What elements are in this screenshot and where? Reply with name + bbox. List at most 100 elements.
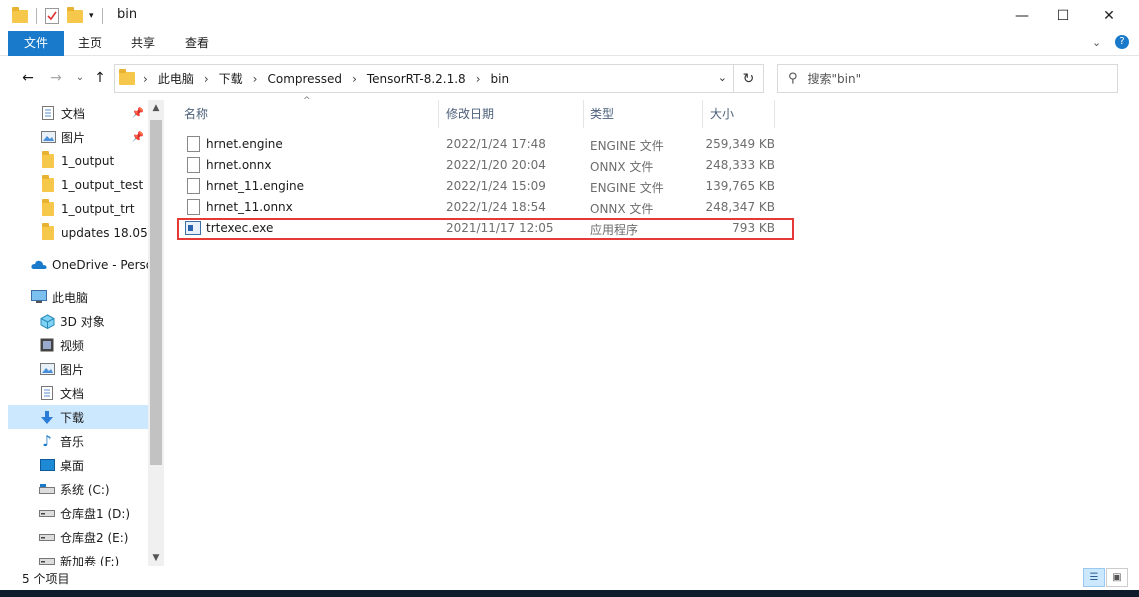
column-header-name[interactable]: 名称: [178, 100, 438, 128]
column-header-size[interactable]: 大小: [704, 100, 774, 128]
documents-icon: [40, 106, 56, 120]
chevron-right-icon[interactable]: ›: [204, 72, 209, 86]
address-bar[interactable]: › 此电脑 › 下载 › Compressed › TensorRT-8.2.1…: [114, 64, 734, 93]
folder-icon: [40, 199, 56, 216]
nav-item-drive-e[interactable]: 仓库盘2 (E:): [8, 525, 148, 549]
back-button[interactable]: ←: [18, 68, 38, 88]
breadcrumb-this-pc[interactable]: 此电脑: [158, 70, 194, 87]
chevron-right-icon[interactable]: ›: [143, 72, 148, 86]
chevron-right-icon[interactable]: ›: [476, 72, 481, 86]
folder-icon: [40, 223, 56, 240]
nav-item-drive-d[interactable]: 仓库盘1 (D:): [8, 501, 148, 525]
window-title: bin: [117, 7, 138, 22]
explorer-window: ▾ bin — ☐ ✕ 文件 主页 共享 查看 ⌄ ? ← → ⌄ ↑ › 此电…: [0, 0, 1139, 590]
file-icon: [187, 136, 200, 152]
close-button[interactable]: ✕: [1086, 0, 1132, 31]
downloads-icon: [39, 410, 55, 424]
file-name: hrnet_11.engine: [206, 179, 305, 193]
new-folder-icon[interactable]: [67, 6, 83, 23]
nav-item-downloads[interactable]: 下载: [8, 405, 148, 429]
nav-item-drive-f[interactable]: 新加卷 (F:): [8, 549, 148, 566]
drive-icon: [39, 530, 55, 544]
nav-item-documents[interactable]: 文档: [8, 381, 148, 405]
item-count: 5 个项目: [22, 572, 70, 586]
column-header-type[interactable]: 类型: [584, 100, 702, 128]
details-view-icon[interactable]: ☰: [1083, 568, 1105, 587]
nav-item-1-output[interactable]: 1_output: [8, 149, 148, 173]
nav-item-music[interactable]: ♪ 音乐: [8, 429, 148, 453]
nav-item-this-pc[interactable]: 此电脑: [8, 285, 148, 309]
breadcrumb-tensorrt[interactable]: TensorRT-8.2.1.8: [367, 72, 466, 86]
address-dropdown-icon[interactable]: ⌄: [718, 71, 727, 84]
nav-item-desktop[interactable]: 桌面: [8, 453, 148, 477]
nav-item-label: 仓库盘1 (D:): [60, 506, 131, 521]
drive-icon: [39, 554, 55, 566]
maximize-button[interactable]: ☐: [1040, 0, 1086, 31]
scrollbar-thumb[interactable]: [150, 120, 162, 465]
nav-item-videos[interactable]: 视频: [8, 333, 148, 357]
recent-locations-button[interactable]: ⌄: [70, 68, 90, 88]
folder-icon: [40, 151, 56, 168]
tab-home[interactable]: 主页: [70, 31, 110, 56]
column-divider[interactable]: [438, 100, 439, 128]
file-icon: [187, 178, 200, 194]
customize-toolbar-icon[interactable]: ▾: [89, 11, 94, 21]
scroll-down-icon[interactable]: ▼: [148, 550, 164, 566]
breadcrumb-downloads[interactable]: 下载: [219, 70, 243, 87]
breadcrumb-compressed[interactable]: Compressed: [267, 72, 342, 86]
column-headers: ^ 名称 修改日期 类型 大小: [178, 96, 1138, 128]
file-date: 2022/1/24 18:54: [446, 200, 546, 214]
column-header-date[interactable]: 修改日期: [440, 100, 582, 128]
column-divider[interactable]: [774, 100, 775, 128]
drive-icon: [39, 506, 55, 520]
nav-item-label: 视频: [60, 338, 85, 353]
nav-item-label: 桌面: [60, 458, 85, 473]
refresh-button[interactable]: ↻: [734, 64, 764, 93]
file-row[interactable]: hrnet.engine 2022/1/24 17:48 ENGINE 文件 2…: [178, 134, 788, 155]
navigation-bar: ← → ⌄ ↑ › 此电脑 › 下载 › Compressed › Tensor…: [0, 62, 1139, 94]
forward-button[interactable]: →: [46, 68, 66, 88]
up-button[interactable]: ↑: [90, 68, 110, 88]
nav-item-label: 3D 对象: [60, 314, 105, 329]
documents-icon: [39, 386, 55, 400]
nav-item-updates[interactable]: updates 18.05.: [8, 221, 148, 245]
minimize-button[interactable]: —: [999, 0, 1045, 31]
nav-pane-scrollbar[interactable]: ▲ ▼: [148, 100, 164, 566]
file-row[interactable]: hrnet.onnx 2022/1/20 20:04 ONNX 文件 248,3…: [178, 155, 788, 176]
nav-item-3d-objects[interactable]: 3D 对象: [8, 309, 148, 333]
nav-item-label: updates 18.05.: [61, 226, 148, 240]
tab-view[interactable]: 查看: [176, 31, 218, 56]
search-icon: ⚲: [788, 71, 798, 86]
nav-item-pictures-pinned[interactable]: 图片 📌: [8, 125, 148, 149]
ribbon-tabs: 文件 主页 共享 查看 ⌄ ?: [0, 31, 1139, 56]
expand-ribbon-icon[interactable]: ⌄: [1092, 36, 1101, 49]
file-size: 248,347 KB: [705, 200, 775, 214]
large-icons-view-icon[interactable]: ▣: [1106, 568, 1128, 587]
nav-item-1-output-trt[interactable]: 1_output_trt: [8, 197, 148, 221]
column-divider[interactable]: [702, 100, 703, 128]
computer-icon: [31, 290, 47, 304]
tab-share[interactable]: 共享: [122, 31, 164, 56]
pin-icon[interactable]: 📌: [132, 132, 144, 143]
file-row[interactable]: hrnet_11.engine 2022/1/24 15:09 ENGINE 文…: [178, 176, 788, 197]
chevron-right-icon[interactable]: ›: [253, 72, 258, 86]
help-icon[interactable]: ?: [1115, 35, 1129, 49]
search-box[interactable]: ⚲ 搜索"bin": [777, 64, 1118, 93]
chevron-right-icon[interactable]: ›: [352, 72, 357, 86]
nav-item-onedrive[interactable]: OneDrive - Perso: [8, 253, 148, 277]
file-size: 139,765 KB: [705, 179, 775, 193]
nav-item-label: 音乐: [60, 434, 85, 449]
folder-icon: [40, 175, 56, 192]
file-row[interactable]: hrnet_11.onnx 2022/1/24 18:54 ONNX 文件 24…: [178, 197, 788, 218]
nav-item-label: 下载: [60, 410, 85, 425]
scroll-up-icon[interactable]: ▲: [148, 100, 164, 116]
nav-item-1-output-test[interactable]: 1_output_test: [8, 173, 148, 197]
nav-item-drive-c[interactable]: 系统 (C:): [8, 477, 148, 501]
search-placeholder: 搜索"bin": [807, 72, 862, 86]
properties-icon[interactable]: [45, 8, 59, 24]
pin-icon[interactable]: 📌: [132, 108, 144, 119]
breadcrumb-bin[interactable]: bin: [491, 72, 510, 86]
nav-item-documents-pinned[interactable]: 文档 📌: [8, 101, 148, 125]
nav-item-pictures[interactable]: 图片: [8, 357, 148, 381]
tab-file[interactable]: 文件: [8, 31, 64, 56]
